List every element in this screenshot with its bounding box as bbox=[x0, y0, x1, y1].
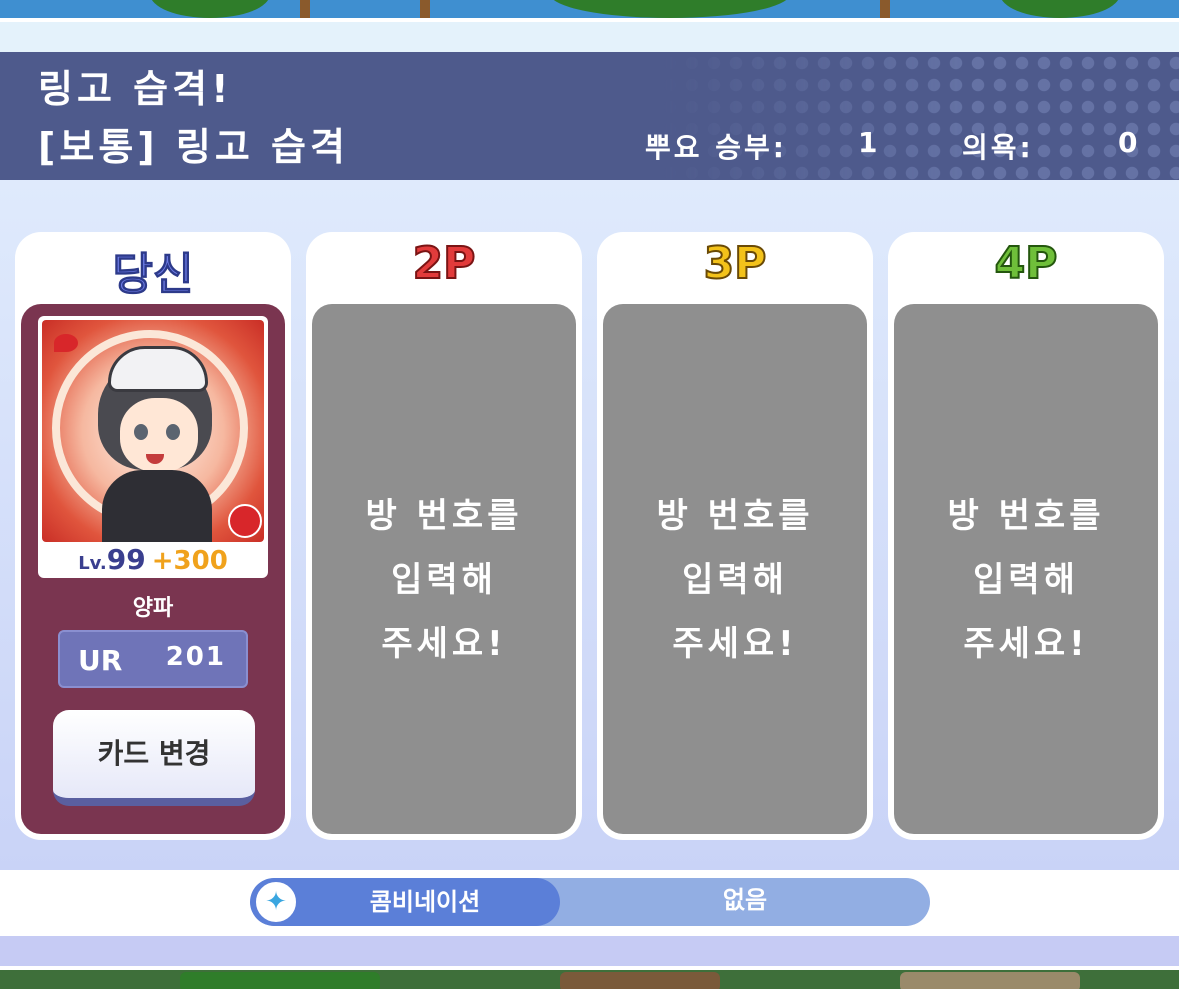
character-card[interactable]: Lv.99 +300 bbox=[38, 316, 268, 578]
background-scenery-top bbox=[0, 0, 1179, 22]
player-slot-4p: 4P 방 번호를 입력해 주세요! bbox=[888, 232, 1164, 840]
message-line: 방 번호를 bbox=[365, 496, 523, 536]
header-spacer bbox=[0, 22, 1179, 52]
stage-title: [보통] 링고 습격 bbox=[38, 125, 349, 169]
message-line: 주세요! bbox=[963, 624, 1089, 664]
message-line: 방 번호를 bbox=[656, 496, 814, 536]
combination-label: 콤비네이션 bbox=[369, 888, 481, 916]
message-line: 주세요! bbox=[381, 624, 507, 664]
battle-count-label: 뿌요 승부: bbox=[645, 131, 787, 164]
background-scenery-bottom bbox=[0, 966, 1179, 989]
4p-empty-panel[interactable]: 방 번호를 입력해 주세요! bbox=[894, 304, 1158, 834]
you-card-panel: Lv.99 +300 양파 UR 201 카드 변경 bbox=[21, 304, 285, 834]
puyo-icon bbox=[228, 504, 262, 538]
combination-value: 없음 bbox=[722, 886, 768, 914]
2p-room-message: 방 번호를 입력해 주세요! bbox=[312, 484, 576, 676]
you-label: 당신 bbox=[112, 249, 194, 301]
sparkle-icon: ✦ bbox=[254, 880, 298, 924]
4p-label: 4P bbox=[994, 237, 1059, 290]
player-slot-3p: 3P 방 번호를 입력해 주세요! bbox=[597, 232, 873, 840]
leaf-icon bbox=[54, 334, 78, 352]
message-line: 주세요! bbox=[672, 624, 798, 664]
player-slot-2p: 2P 방 번호를 입력해 주세요! bbox=[306, 232, 582, 840]
rarity-power-box: UR 201 bbox=[58, 630, 248, 688]
3p-label: 3P bbox=[703, 237, 768, 290]
change-card-button[interactable]: 카드 변경 bbox=[53, 710, 255, 806]
message-line: 입력해 bbox=[391, 560, 497, 600]
quest-title: 링고 습격! bbox=[38, 67, 233, 111]
level-prefix: Lv. bbox=[78, 553, 107, 574]
battle-count-value: 1 bbox=[858, 126, 881, 159]
quest-header: 링고 습격! [보통] 링고 습격 뿌요 승부: 1 의욕: 0 bbox=[0, 52, 1179, 180]
card-level: 99 bbox=[106, 543, 146, 576]
footer-band bbox=[0, 936, 1179, 966]
3p-empty-panel[interactable]: 방 번호를 입력해 주세요! bbox=[603, 304, 867, 834]
card-power: 201 bbox=[165, 642, 226, 672]
character-portrait bbox=[42, 320, 264, 542]
rarity-badge: UR bbox=[78, 644, 123, 677]
motivation-value: 0 bbox=[1118, 126, 1141, 159]
2p-empty-panel[interactable]: 방 번호를 입력해 주세요! bbox=[312, 304, 576, 834]
3p-room-message: 방 번호를 입력해 주세요! bbox=[603, 484, 867, 676]
motivation-label: 의욕: bbox=[962, 131, 1034, 164]
player-slot-you: 당신 Lv.99 +300 양파 UR 201 카드 변경 bbox=[15, 232, 291, 840]
message-line: 입력해 bbox=[973, 560, 1079, 600]
2p-label: 2P bbox=[412, 237, 477, 290]
message-line: 방 번호를 bbox=[947, 496, 1105, 536]
card-bonus: +300 bbox=[151, 546, 228, 576]
character-name: 양파 bbox=[132, 596, 174, 621]
card-level-row: Lv.99 +300 bbox=[38, 542, 268, 578]
4p-room-message: 방 번호를 입력해 주세요! bbox=[894, 484, 1158, 676]
message-line: 입력해 bbox=[682, 560, 788, 600]
